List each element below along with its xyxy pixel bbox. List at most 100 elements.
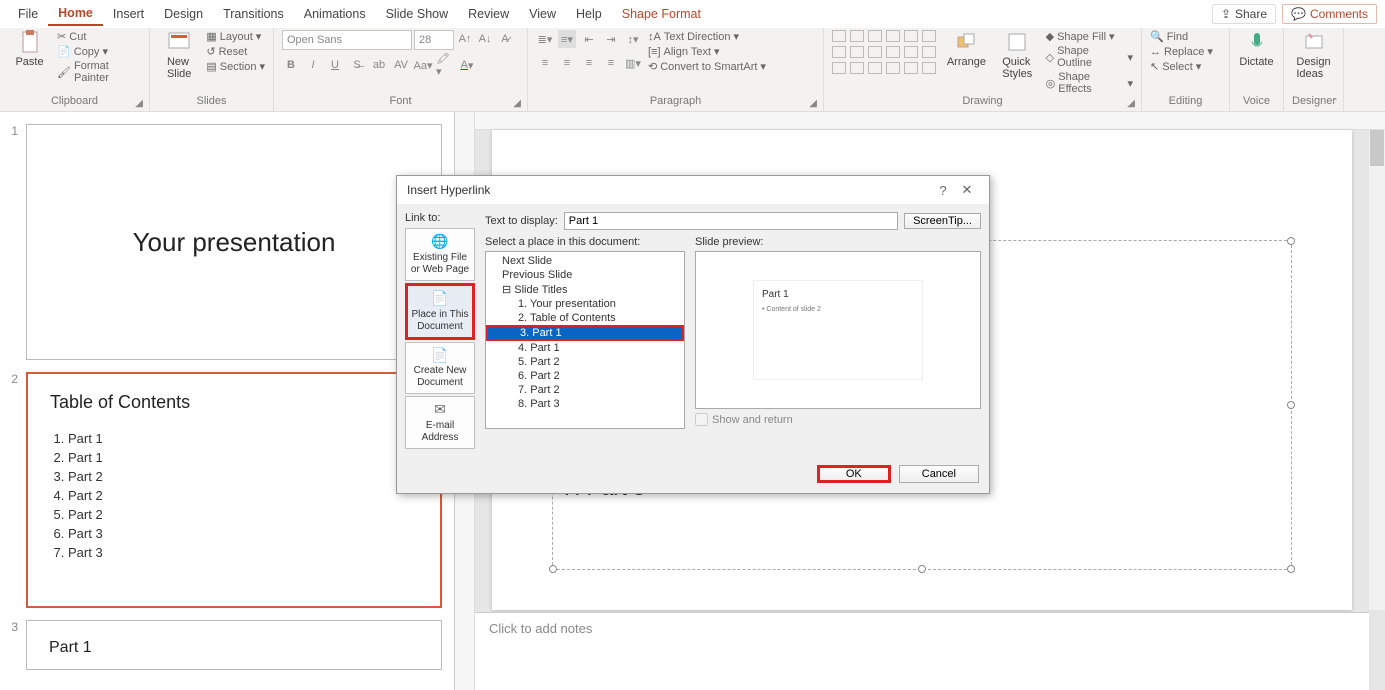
ok-button[interactable]: OK: [817, 465, 891, 483]
shape-outline-button[interactable]: ◇Shape Outline ▾: [1046, 45, 1133, 69]
text-direction-button[interactable]: ↕AText Direction ▾: [648, 30, 766, 43]
tab-help[interactable]: Help: [566, 3, 612, 25]
smartart-button[interactable]: ⟲Convert to SmartArt ▾: [648, 60, 766, 73]
slide-thumbnail-3[interactable]: Part 1: [26, 620, 442, 670]
tree-slide-3[interactable]: 3. Part 1: [486, 325, 684, 341]
tree-slide-7[interactable]: 7. Part 2: [486, 383, 684, 397]
highlight-button[interactable]: 🖍▾: [436, 56, 454, 74]
quick-styles-button[interactable]: Quick Styles: [995, 30, 1040, 80]
thumb-number: 2: [2, 372, 22, 608]
paste-button[interactable]: Paste: [8, 30, 51, 68]
close-icon[interactable]: ✕: [955, 182, 979, 198]
preview-label: Slide preview:: [695, 236, 981, 248]
group-designer-label: Designer: [1292, 95, 1335, 109]
increase-font-button[interactable]: A↑: [456, 30, 474, 48]
copy-button[interactable]: 📄Copy ▾: [57, 45, 141, 58]
tab-animations[interactable]: Animations: [294, 3, 376, 25]
justify-button[interactable]: ≡: [602, 54, 620, 72]
cut-button[interactable]: ✂Cut: [57, 30, 141, 43]
strike-button[interactable]: S̶: [348, 56, 366, 74]
linkto-place-in-doc[interactable]: 📄Place in This Document: [405, 283, 475, 340]
line-spacing-button[interactable]: ↕▾: [624, 30, 642, 48]
select-icon: ↖: [1150, 60, 1159, 73]
slide-thumbnail-1[interactable]: Your presentation: [26, 124, 442, 360]
place-tree[interactable]: Next Slide Previous Slide ⊟ Slide Titles…: [485, 251, 685, 429]
text-to-display-input[interactable]: [564, 212, 898, 230]
tree-slide-4[interactable]: 4. Part 1: [486, 341, 684, 355]
linkto-create-new[interactable]: 📄Create New Document: [405, 342, 475, 395]
layout-icon: ▦: [206, 30, 216, 43]
tree-slide-6[interactable]: 6. Part 2: [486, 369, 684, 383]
slide-thumbnail-2[interactable]: Table of Contents Part 1 Part 1 Part 2 P…: [26, 372, 442, 608]
help-icon[interactable]: ?: [931, 183, 955, 198]
notes-pane[interactable]: Click to add notes: [475, 612, 1369, 690]
screentip-button[interactable]: ScreenTip...: [904, 213, 981, 229]
underline-button[interactable]: U: [326, 56, 344, 74]
tree-slide-1[interactable]: 1. Your presentation: [486, 297, 684, 311]
italic-button[interactable]: I: [304, 56, 322, 74]
decrease-font-button[interactable]: A↓: [476, 30, 494, 48]
linkto-email[interactable]: ✉E-mail Address: [405, 396, 475, 449]
share-button[interactable]: ⇪Share: [1212, 4, 1276, 24]
tab-shapeformat[interactable]: Shape Format: [612, 3, 711, 25]
shape-effects-button[interactable]: ◎Shape Effects ▾: [1046, 71, 1133, 95]
tree-prev-slide[interactable]: Previous Slide: [486, 268, 684, 282]
group-drawing-label: Drawing: [832, 95, 1133, 109]
tree-slide-titles[interactable]: ⊟ Slide Titles: [486, 282, 684, 297]
columns-button[interactable]: ▥▾: [624, 54, 642, 72]
cancel-button[interactable]: Cancel: [899, 465, 979, 483]
tab-file[interactable]: File: [8, 3, 48, 25]
tree-slide-2[interactable]: 2. Table of Contents: [486, 311, 684, 325]
align-left-button[interactable]: ≡: [536, 54, 554, 72]
align-center-button[interactable]: ≡: [558, 54, 576, 72]
replace-button[interactable]: ↔Replace ▾: [1150, 45, 1213, 58]
numbering-button[interactable]: ≡▾: [558, 30, 576, 48]
shadow-button[interactable]: ab: [370, 56, 388, 74]
clear-format-button[interactable]: A̷: [496, 30, 514, 48]
align-text-icon: [≡]: [648, 46, 661, 58]
dialog-launcher-icon[interactable]: ◢: [135, 98, 143, 109]
linkto-existing-file[interactable]: 🌐Existing File or Web Page: [405, 228, 475, 281]
spacing-button[interactable]: AV: [392, 56, 410, 74]
tab-insert[interactable]: Insert: [103, 3, 154, 25]
indent-dec-button[interactable]: ⇤: [580, 30, 598, 48]
font-name-input[interactable]: [282, 30, 412, 50]
layout-button[interactable]: ▦Layout ▾: [206, 30, 265, 43]
dictate-button[interactable]: Dictate: [1238, 30, 1275, 68]
arrange-icon: [954, 30, 978, 54]
font-size-input[interactable]: [414, 30, 454, 50]
tab-slideshow[interactable]: Slide Show: [376, 3, 459, 25]
reset-button[interactable]: ↺Reset: [206, 45, 265, 58]
dialog-launcher-icon[interactable]: ◢: [1127, 98, 1135, 109]
tab-review[interactable]: Review: [458, 3, 519, 25]
font-color-button[interactable]: A▾: [458, 56, 476, 74]
shapes-gallery[interactable]: [832, 30, 938, 76]
tree-slide-8[interactable]: 8. Part 3: [486, 397, 684, 411]
tab-home[interactable]: Home: [48, 2, 103, 26]
tree-slide-5[interactable]: 5. Part 2: [486, 355, 684, 369]
tab-design[interactable]: Design: [154, 3, 213, 25]
case-button[interactable]: Aa▾: [414, 56, 432, 74]
collapse-ribbon-icon[interactable]: ˆ: [1334, 98, 1337, 109]
align-right-button[interactable]: ≡: [580, 54, 598, 72]
dialog-launcher-icon[interactable]: ◢: [809, 98, 817, 109]
align-text-button[interactable]: [≡]Align Text ▾: [648, 45, 766, 58]
shape-fill-button[interactable]: ◆Shape Fill ▾: [1046, 30, 1133, 43]
tab-view[interactable]: View: [519, 3, 566, 25]
scrollbar-vertical[interactable]: [1369, 130, 1385, 610]
arrange-button[interactable]: Arrange: [944, 30, 989, 68]
bullets-button[interactable]: ≣▾: [536, 30, 554, 48]
dialog-launcher-icon[interactable]: ◢: [513, 98, 521, 109]
tab-transitions[interactable]: Transitions: [213, 3, 294, 25]
design-ideas-button[interactable]: Design Ideas: [1292, 30, 1335, 80]
link-to-label: Link to:: [405, 212, 477, 224]
indent-inc-button[interactable]: ⇥: [602, 30, 620, 48]
comments-button[interactable]: 💬Comments: [1282, 4, 1377, 24]
select-button[interactable]: ↖Select ▾: [1150, 60, 1213, 73]
section-button[interactable]: ▤Section ▾: [206, 60, 265, 73]
new-slide-button[interactable]: New Slide: [158, 30, 200, 80]
find-button[interactable]: 🔍Find: [1150, 30, 1213, 43]
format-painter-button[interactable]: 🖌Format Painter: [57, 60, 141, 84]
tree-next-slide[interactable]: Next Slide: [486, 254, 684, 268]
bold-button[interactable]: B: [282, 56, 300, 74]
